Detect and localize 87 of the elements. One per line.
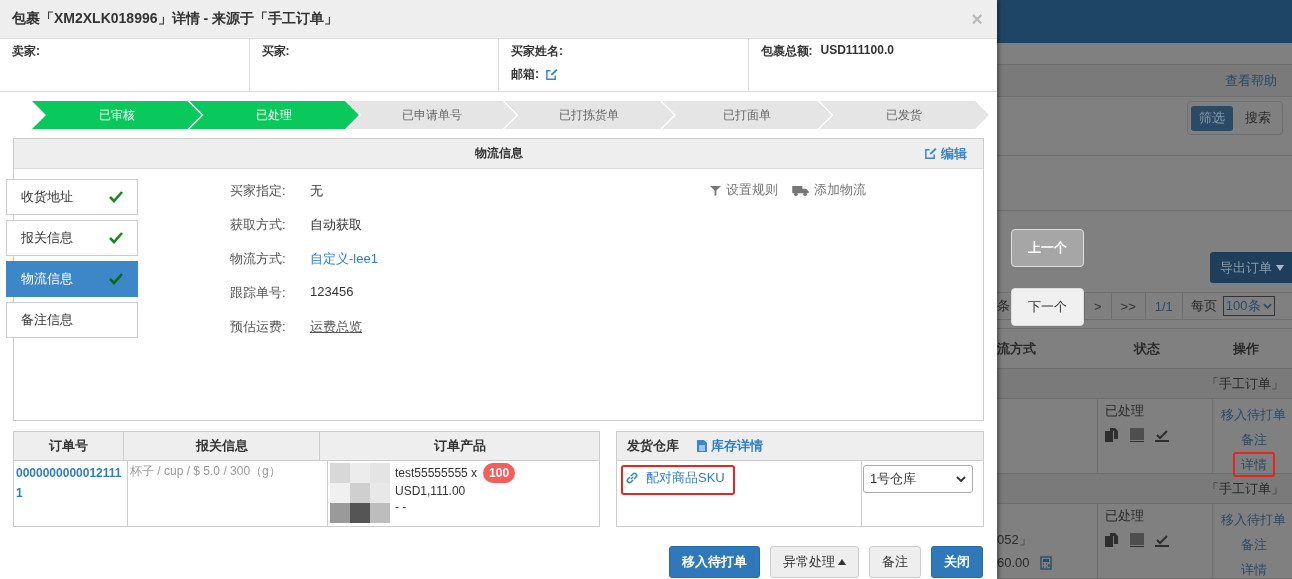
order-number-link[interactable]: 00000000000121111 bbox=[16, 463, 125, 503]
mode-toggle[interactable]: 筛选 bbox=[1191, 105, 1233, 131]
truck-icon bbox=[792, 184, 809, 196]
checkmark-icon[interactable] bbox=[1155, 428, 1169, 442]
help-link[interactable]: 查看帮助 bbox=[1225, 71, 1277, 90]
field-value: 123456 bbox=[310, 284, 354, 299]
footer-button[interactable]: 关闭 bbox=[931, 546, 983, 578]
row-action-link[interactable]: 详情 bbox=[1232, 557, 1275, 579]
filter-icon bbox=[710, 184, 721, 196]
total-label: 包裹总额: bbox=[760, 43, 813, 60]
logistics-text: 052」 bbox=[997, 531, 1033, 549]
copy-icon[interactable] bbox=[1105, 428, 1119, 442]
total-value: USD111100.0 bbox=[820, 43, 894, 59]
document-icon bbox=[697, 440, 707, 452]
section-tab[interactable]: 收货地址 bbox=[6, 179, 138, 215]
footer-button[interactable]: 异常处理 bbox=[770, 546, 859, 578]
email-label: 邮箱: bbox=[511, 66, 539, 83]
edit-icon[interactable] bbox=[545, 68, 558, 81]
column-header: 订单产品 bbox=[432, 437, 487, 455]
add-logistics-link[interactable]: 添加物流 bbox=[792, 182, 866, 198]
copy-icon[interactable] bbox=[1105, 533, 1119, 547]
status-text: 已处理 bbox=[1105, 402, 1145, 420]
column-header: 订单号 bbox=[14, 432, 124, 460]
row-action-link[interactable]: 备注 bbox=[1232, 427, 1275, 452]
order-source: 「手工订单」 bbox=[1206, 479, 1284, 498]
row-action-link[interactable]: 移入待打单 bbox=[1213, 402, 1292, 427]
checkmark-icon[interactable] bbox=[1155, 533, 1169, 547]
edit-icon bbox=[924, 147, 937, 160]
export-button[interactable]: 导出订单 bbox=[1210, 252, 1292, 283]
shipping-method-link[interactable]: 自定义-lee1 bbox=[310, 250, 378, 268]
product-price: USD1,111.00 bbox=[395, 483, 467, 499]
record-count: 条 bbox=[997, 297, 1010, 315]
progress-step: 已处理 bbox=[189, 101, 359, 129]
next-button[interactable]: 下一个 bbox=[1011, 288, 1084, 326]
progress-step: 已发货 bbox=[819, 101, 989, 129]
order-source: 「手工订单」 bbox=[1206, 374, 1284, 393]
row-action-link[interactable]: 移入待打单 bbox=[1213, 507, 1292, 532]
field-label: 预估运费: bbox=[230, 318, 287, 336]
row-action-link[interactable]: 备注 bbox=[1232, 532, 1275, 557]
panel-title: 物流信息 bbox=[474, 145, 523, 162]
last-page-button[interactable]: >> bbox=[1110, 293, 1145, 319]
field-value: 无 bbox=[310, 182, 323, 200]
quantity-badge: 100 bbox=[483, 463, 516, 483]
footer-button[interactable]: 移入待打单 bbox=[669, 546, 760, 578]
chevron-down-icon bbox=[1262, 303, 1272, 309]
column-header: 发货仓库 bbox=[627, 437, 679, 455]
column-header: 报关信息 bbox=[124, 432, 320, 460]
dialog-title: 包裹「XM2XLK018996」详情 - 来源于「手工订单」 bbox=[12, 10, 338, 28]
footer-button[interactable]: 备注 bbox=[869, 546, 921, 578]
field-value: 自动获取 bbox=[310, 216, 362, 234]
chevron-down-icon bbox=[956, 476, 966, 482]
per-page-label: 每页 bbox=[1181, 293, 1223, 319]
seller-label: 卖家: bbox=[12, 43, 41, 60]
field-label: 跟踪单号: bbox=[230, 284, 287, 302]
page-indicator: 1/1 bbox=[1144, 293, 1182, 319]
column-header: 流方式 bbox=[997, 339, 1037, 358]
amount: 60.00 bbox=[997, 555, 1030, 570]
status-text: 已处理 bbox=[1105, 507, 1145, 525]
column-header: 操作 bbox=[1231, 339, 1260, 358]
edit-link[interactable]: 编辑 bbox=[924, 144, 967, 163]
buyer-name-label: 买家姓名: bbox=[511, 43, 564, 60]
link-icon bbox=[626, 472, 638, 484]
progress-step: 已打拣货单 bbox=[504, 101, 674, 129]
column-header: 状态 bbox=[1132, 339, 1161, 358]
progress-step: 已审核 bbox=[32, 101, 202, 129]
field-label: 获取方式: bbox=[230, 216, 287, 234]
calculator-icon[interactable] bbox=[1039, 555, 1052, 570]
field-label: 物流方式: bbox=[230, 250, 287, 268]
caret-down-icon bbox=[1276, 264, 1284, 271]
customs-info: 杯子 / cup / $ 5.0 / 300（g） bbox=[130, 463, 281, 480]
stock-details-link[interactable]: 库存详情 bbox=[697, 437, 763, 455]
section-tab[interactable]: 物流信息 bbox=[6, 261, 138, 297]
field-label: 买家指定: bbox=[230, 182, 287, 200]
set-rule-link[interactable]: 设置规则 bbox=[710, 182, 778, 198]
per-page-select[interactable]: 100条 bbox=[1222, 296, 1275, 316]
match-sku-link[interactable]: 配对商品SKU bbox=[621, 465, 735, 495]
section-tab[interactable]: 报关信息 bbox=[6, 220, 138, 256]
caret-up-icon bbox=[838, 559, 846, 565]
buyer-label: 买家: bbox=[261, 43, 291, 60]
product-name: test55555555 x bbox=[395, 465, 478, 481]
freight-link[interactable]: 运费总览 bbox=[310, 318, 362, 336]
progress-step: 已打面单 bbox=[662, 101, 832, 129]
progress-step: 已申请单号 bbox=[347, 101, 517, 129]
section-tab[interactable]: 备注信息 bbox=[6, 302, 138, 338]
mode-toggle[interactable]: 搜索 bbox=[1237, 105, 1279, 131]
warehouse-select[interactable]: 1号仓库 bbox=[863, 465, 973, 493]
product-note: - - bbox=[395, 499, 408, 515]
